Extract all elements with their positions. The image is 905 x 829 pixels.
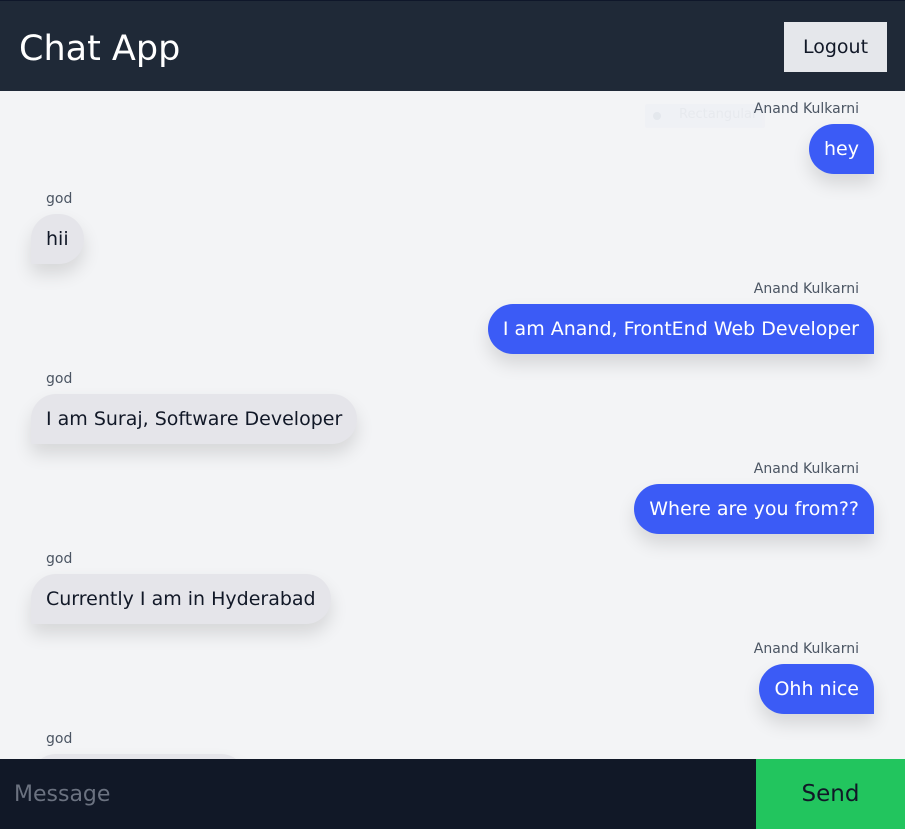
message-sender: god — [46, 731, 73, 747]
ghost-tooltip-label: Rectangular — [679, 107, 758, 122]
message-bubble-outgoing: I am Anand, FrontEnd Web Developer — [487, 304, 874, 354]
message-list[interactable]: Rectangular Anand Kulkarni hey god hii A… — [0, 91, 905, 759]
message-bubble-outgoing: hey — [809, 124, 874, 174]
dot-icon — [653, 112, 661, 120]
message-sender: god — [46, 371, 73, 387]
message-sender: god — [46, 191, 73, 207]
message-sender: Anand Kulkarni — [753, 281, 859, 297]
send-button[interactable]: Send — [756, 759, 905, 829]
ghost-tooltip: Rectangular — [645, 104, 765, 128]
message-bubble-incoming: hii — [31, 214, 84, 264]
message-bubble-incoming: I am Suraj, Software Developer — [31, 394, 358, 444]
app-title: Chat App — [19, 29, 181, 69]
message-bubble-outgoing: Ohh nice — [759, 664, 874, 714]
app-header: Chat App Logout — [0, 0, 905, 91]
message-sender: god — [46, 551, 73, 567]
message-sender: Anand Kulkarni — [753, 641, 859, 657]
message-input[interactable] — [0, 759, 756, 829]
logout-button[interactable]: Logout — [784, 22, 887, 72]
message-sender: Anand Kulkarni — [753, 101, 859, 117]
message-composer: Send — [0, 759, 905, 829]
message-sender: Anand Kulkarni — [753, 461, 859, 477]
message-bubble-outgoing: Where are you from?? — [634, 484, 874, 534]
message-bubble-incoming: Currently I am in Hyderabad — [31, 574, 331, 624]
